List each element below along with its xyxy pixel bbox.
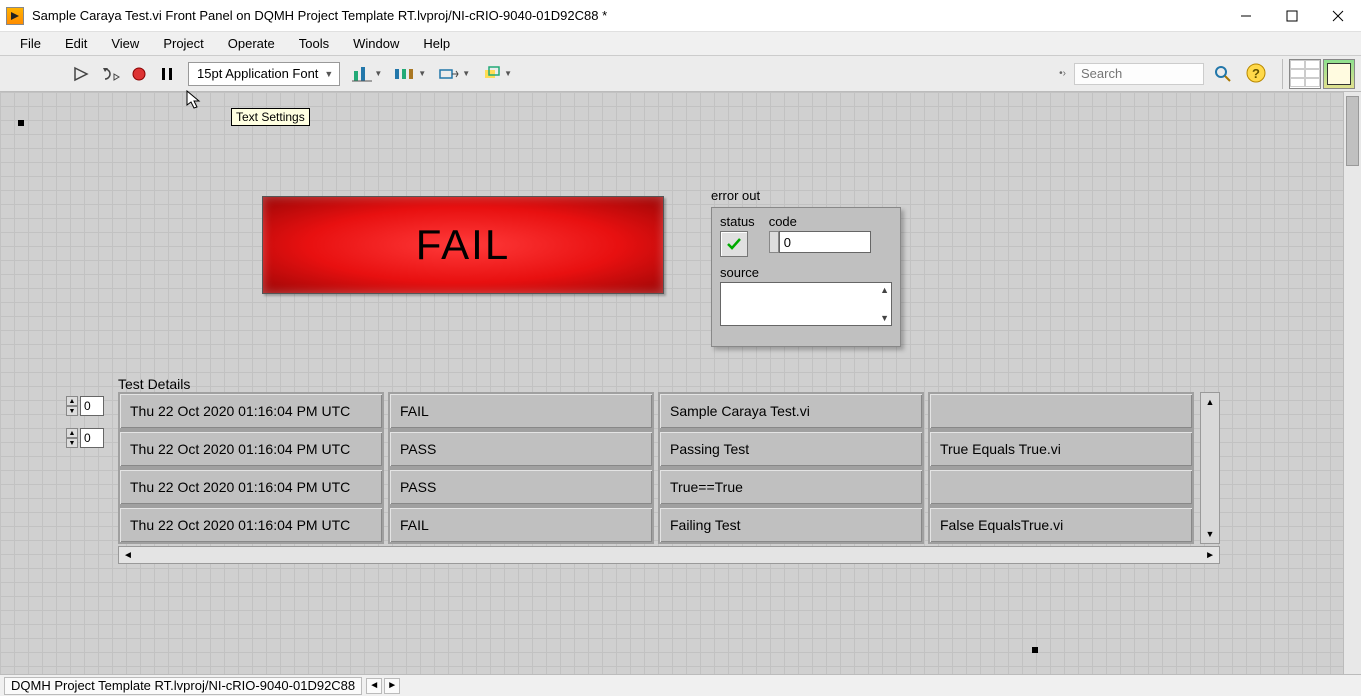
test-details-label: Test Details: [118, 376, 190, 392]
code-spinner[interactable]: [769, 231, 779, 253]
menu-project[interactable]: Project: [151, 34, 215, 53]
close-button[interactable]: [1315, 0, 1361, 32]
array-index-1-input[interactable]: [80, 428, 104, 448]
cell-timestamp: Thu 22 Oct 2020 01:16:04 PM UTC: [118, 468, 384, 506]
cell-timestamp: Thu 22 Oct 2020 01:16:04 PM UTC: [118, 392, 384, 430]
toolbar: 15pt Application Font ▼ ▼ ▼ ▼ ▼ •› ?: [0, 56, 1361, 92]
menu-edit[interactable]: Edit: [53, 34, 99, 53]
align-objects-button[interactable]: ▼: [350, 62, 384, 86]
scroll-up-icon[interactable]: ▲: [880, 285, 889, 295]
window-title: Sample Caraya Test.vi Front Panel on DQM…: [32, 8, 607, 23]
table-row[interactable]: Thu 22 Oct 2020 01:16:04 PM UTC PASS Tru…: [118, 468, 1200, 506]
status-bar: DQMH Project Template RT.lvproj/NI-cRIO-…: [0, 674, 1361, 696]
error-out-cluster[interactable]: status code source ▲ ▼: [711, 207, 901, 347]
context-help-button[interactable]: ?: [1246, 63, 1268, 85]
run-button[interactable]: [68, 61, 94, 87]
pass-fail-indicator[interactable]: FAIL: [262, 196, 664, 294]
svg-text:?: ?: [1252, 66, 1260, 81]
array-index-1[interactable]: ▲▼: [66, 428, 110, 448]
menu-operate[interactable]: Operate: [216, 34, 287, 53]
status-indicator[interactable]: [720, 231, 748, 257]
source-textarea[interactable]: ▲ ▼: [720, 282, 892, 326]
search-icon[interactable]: [1210, 61, 1236, 87]
table-vertical-scrollbar[interactable]: ▲▼: [1200, 392, 1220, 544]
font-selector-label: 15pt Application Font: [197, 66, 318, 81]
cell-name: True==True: [658, 468, 924, 506]
cell-result: PASS: [388, 468, 654, 506]
abort-button[interactable]: [128, 61, 150, 87]
nav-prev-button[interactable]: ◄: [366, 678, 382, 694]
table-row[interactable]: Thu 22 Oct 2020 01:16:04 PM UTC FAIL Sam…: [118, 392, 1200, 430]
pause-button[interactable]: [154, 61, 180, 87]
connector-pane-icon[interactable]: [1289, 59, 1321, 89]
font-selector[interactable]: 15pt Application Font ▼: [188, 62, 340, 86]
title-bar: Sample Caraya Test.vi Front Panel on DQM…: [0, 0, 1361, 32]
menu-file[interactable]: File: [8, 34, 53, 53]
cell-extra: False EqualsTrue.vi: [928, 506, 1194, 544]
cell-extra: [928, 392, 1194, 430]
pass-fail-text: FAIL: [416, 221, 510, 269]
code-label: code: [769, 214, 892, 229]
test-details-table[interactable]: Thu 22 Oct 2020 01:16:04 PM UTC FAIL Sam…: [118, 392, 1220, 564]
checkmark-icon: [726, 236, 742, 252]
maximize-button[interactable]: [1269, 0, 1315, 32]
cell-result: PASS: [388, 430, 654, 468]
vi-icon[interactable]: [1323, 59, 1355, 89]
cell-name: Passing Test: [658, 430, 924, 468]
menu-help[interactable]: Help: [411, 34, 462, 53]
reorder-button[interactable]: ▼: [480, 62, 514, 86]
labview-app-icon: [6, 7, 24, 25]
cell-extra: [928, 468, 1194, 506]
cell-name: Sample Caraya Test.vi: [658, 392, 924, 430]
array-index-0-input[interactable]: [80, 396, 104, 416]
canvas-vertical-scrollbar[interactable]: [1343, 92, 1361, 674]
cell-extra: True Equals True.vi: [928, 430, 1194, 468]
source-label: source: [720, 265, 892, 280]
cell-result: FAIL: [388, 392, 654, 430]
scroll-down-icon[interactable]: ▼: [880, 313, 889, 323]
search-scope-icon[interactable]: •›: [1055, 68, 1070, 79]
run-continuous-button[interactable]: [98, 61, 124, 87]
origin-marker: [18, 120, 24, 126]
menu-bar: File Edit View Project Operate Tools Win…: [0, 32, 1361, 56]
table-row[interactable]: Thu 22 Oct 2020 01:16:04 PM UTC PASS Pas…: [118, 430, 1200, 468]
cell-result: FAIL: [388, 506, 654, 544]
spin-up-icon[interactable]: ▲: [66, 428, 78, 438]
resize-handle[interactable]: [1032, 647, 1038, 653]
cell-name: Failing Test: [658, 506, 924, 544]
tooltip: Text Settings: [231, 108, 310, 126]
menu-tools[interactable]: Tools: [287, 34, 341, 53]
table-horizontal-scrollbar[interactable]: ◄►: [118, 546, 1220, 564]
chevron-down-icon: ▼: [324, 69, 333, 79]
minimize-button[interactable]: [1223, 0, 1269, 32]
distribute-objects-button[interactable]: ▼: [392, 62, 428, 86]
front-panel-canvas[interactable]: FAIL error out status code source ▲: [0, 92, 1361, 674]
cell-timestamp: Thu 22 Oct 2020 01:16:04 PM UTC: [118, 506, 384, 544]
cell-timestamp: Thu 22 Oct 2020 01:16:04 PM UTC: [118, 430, 384, 468]
menu-window[interactable]: Window: [341, 34, 411, 53]
menu-view[interactable]: View: [99, 34, 151, 53]
spin-down-icon[interactable]: ▼: [66, 406, 78, 416]
spin-down-icon[interactable]: ▼: [66, 438, 78, 448]
error-out-label: error out: [711, 188, 760, 203]
table-row[interactable]: Thu 22 Oct 2020 01:16:04 PM UTC FAIL Fai…: [118, 506, 1200, 544]
code-input[interactable]: [779, 231, 871, 253]
array-index-0[interactable]: ▲▼: [66, 396, 110, 416]
spin-up-icon[interactable]: ▲: [66, 396, 78, 406]
nav-next-button[interactable]: ►: [384, 678, 400, 694]
search-input[interactable]: [1074, 63, 1204, 85]
status-project-path[interactable]: DQMH Project Template RT.lvproj/NI-cRIO-…: [4, 677, 362, 695]
status-label: status: [720, 214, 755, 229]
resize-objects-button[interactable]: ▼: [436, 62, 472, 86]
